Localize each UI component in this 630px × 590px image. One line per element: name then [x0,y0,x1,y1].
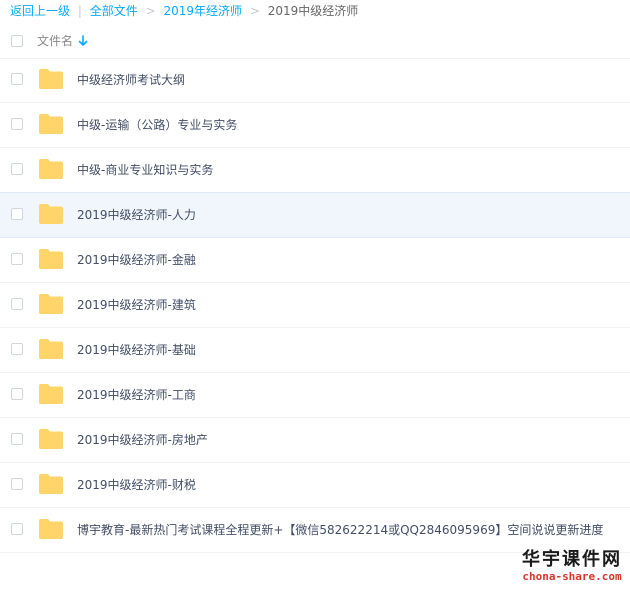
arrow-down-icon[interactable] [78,35,88,47]
breadcrumb-separator: | [77,4,82,18]
file-row[interactable]: 中级-商业专业知识与实务 [0,148,630,193]
row-checkbox[interactable] [11,343,23,355]
row-checkbox[interactable] [11,73,23,85]
file-row[interactable]: 2019中级经济师-财税 [0,463,630,508]
file-row[interactable]: 2019中级经济师-人力 [0,192,630,238]
watermark-url: chona-share.com [522,570,622,583]
all-files-link[interactable]: 全部文件 [90,4,138,18]
folder-icon [38,473,64,495]
breadcrumb: 返回上一级 | 全部文件 > 2019年经济师 > 2019中级经济师 [10,0,358,22]
watermark-title: 华宇课件网 [522,549,622,570]
row-checkbox[interactable] [11,478,23,490]
breadcrumb-current: 2019中级经济师 [267,4,359,18]
column-header-filename[interactable]: 文件名 [37,26,73,56]
folder-icon [38,428,64,450]
select-all-checkbox[interactable] [11,35,23,47]
folder-icon [38,68,64,90]
file-list-header: 文件名 [0,26,630,59]
row-checkbox[interactable] [11,253,23,265]
file-name[interactable]: 2019中级经济师-房地产 [77,418,208,462]
row-checkbox[interactable] [11,118,23,130]
file-name[interactable]: 博宇教育-最新热门考试课程全程更新+【微信582622214或QQ2846095… [77,508,603,552]
breadcrumb-chevron: > [249,4,260,18]
back-link[interactable]: 返回上一级 [10,4,70,18]
watermark: 华宇课件网 chona-share.com [522,550,622,584]
row-checkbox[interactable] [11,163,23,175]
file-row[interactable]: 博宇教育-最新热门考试课程全程更新+【微信582622214或QQ2846095… [0,508,630,553]
file-row[interactable]: 2019中级经济师-基础 [0,328,630,373]
row-checkbox[interactable] [11,298,23,310]
row-checkbox[interactable] [11,388,23,400]
breadcrumb-level1-link[interactable]: 2019年经济师 [163,4,242,18]
file-row[interactable]: 中级经济师考试大纲 [0,58,630,103]
folder-icon [38,383,64,405]
breadcrumb-chevron: > [145,4,156,18]
file-row[interactable]: 2019中级经济师-建筑 [0,283,630,328]
file-row[interactable]: 2019中级经济师-工商 [0,373,630,418]
folder-icon [38,293,64,315]
folder-icon [38,113,64,135]
row-checkbox[interactable] [11,433,23,445]
file-row[interactable]: 中级-运输（公路）专业与实务 [0,103,630,148]
file-name[interactable]: 2019中级经济师-人力 [77,193,196,237]
file-name[interactable]: 中级经济师考试大纲 [77,58,185,102]
file-list: 中级经济师考试大纲 中级-运输（公路）专业与实务 中级-商业专业知识与实务 2019中… [0,58,630,553]
file-name[interactable]: 2019中级经济师-金融 [77,238,196,282]
file-name[interactable]: 2019中级经济师-基础 [77,328,196,372]
folder-icon [38,203,64,225]
file-name[interactable]: 中级-商业专业知识与实务 [77,148,213,192]
folder-icon [38,518,64,540]
file-row[interactable]: 2019中级经济师-房地产 [0,418,630,463]
file-row[interactable]: 2019中级经济师-金融 [0,238,630,283]
file-name[interactable]: 2019中级经济师-工商 [77,373,196,417]
row-checkbox[interactable] [11,208,23,220]
row-checkbox[interactable] [11,523,23,535]
folder-icon [38,338,64,360]
file-name[interactable]: 中级-运输（公路）专业与实务 [77,103,237,147]
file-name[interactable]: 2019中级经济师-建筑 [77,283,196,327]
folder-icon [38,248,64,270]
file-name[interactable]: 2019中级经济师-财税 [77,463,196,507]
folder-icon [38,158,64,180]
